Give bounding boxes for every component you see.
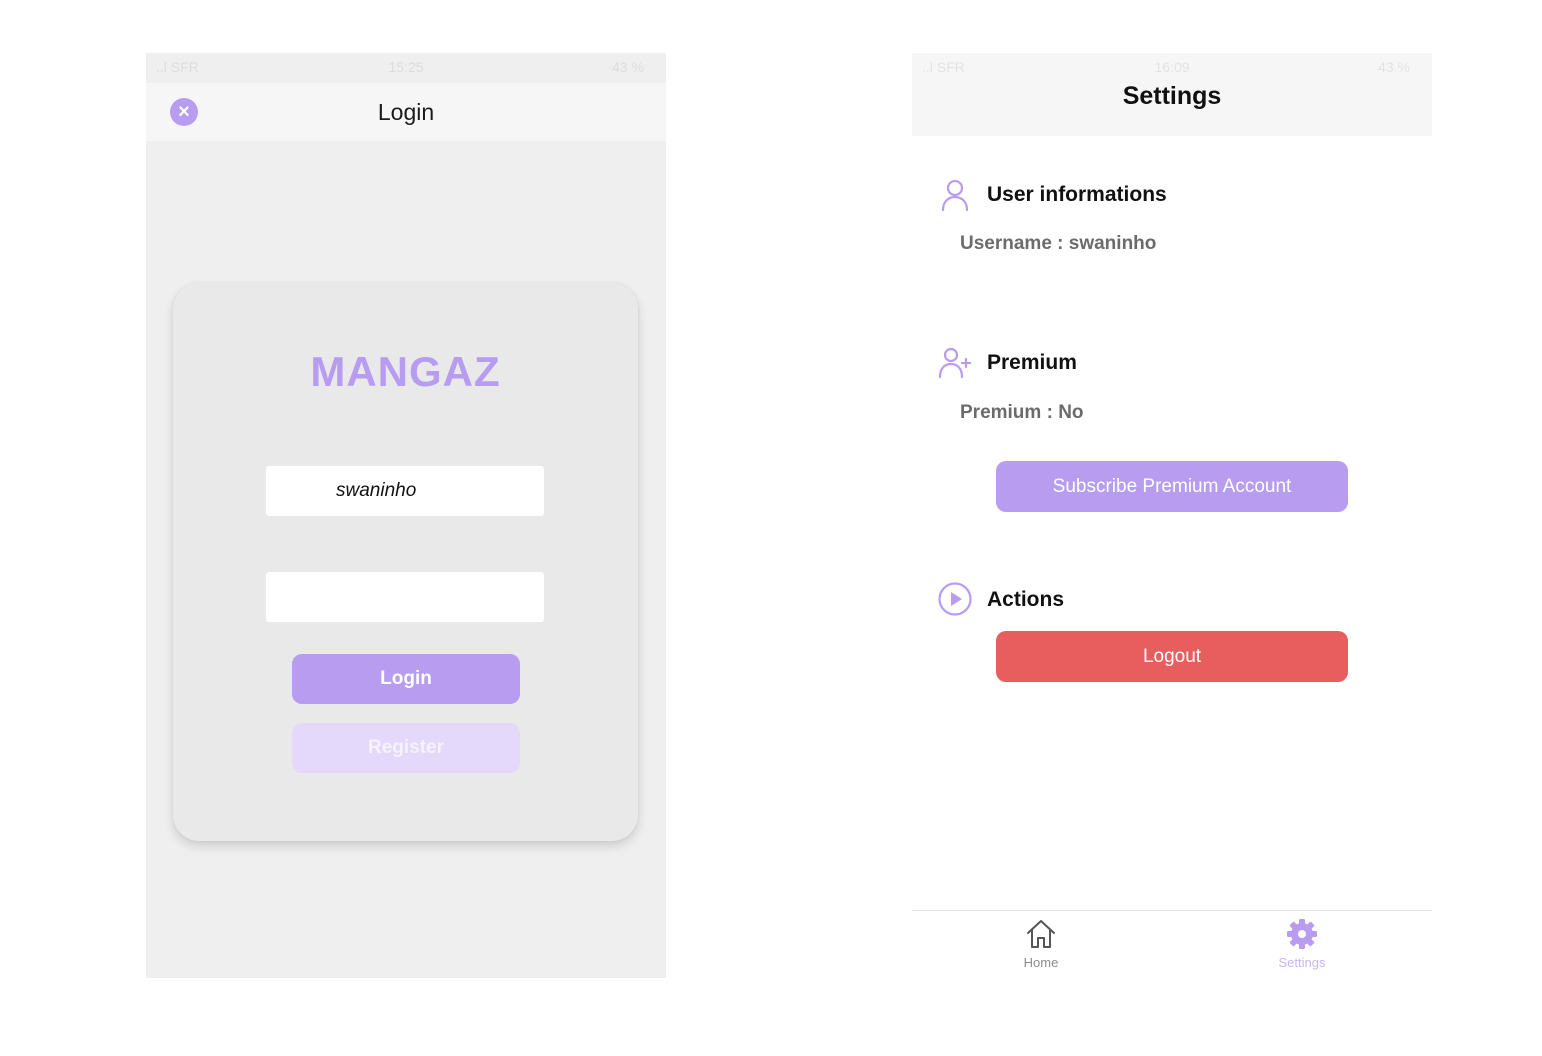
premium-status: Premium : No [960,402,1084,423]
tab-bar: Home Settings [912,910,1432,978]
status-bar: ..l SFR 16:09 43 % [912,53,1432,83]
subscribe-premium-button[interactable]: Subscribe Premium Account [996,461,1348,512]
battery-level: 43 % [1378,59,1410,75]
tab-label: Settings [1278,955,1326,970]
login-button[interactable]: Login [292,654,520,704]
status-time: 16:09 [1154,59,1190,75]
register-button[interactable]: Register [292,723,520,773]
app-logo-text: MANGAZ [310,348,501,395]
login-card: MANGAZ swaninho Login Register [173,283,638,841]
username-input[interactable]: swaninho [266,466,544,516]
status-bar: ..l SFR 15:25 43 % [146,53,666,83]
page-title: Settings [1122,82,1222,110]
tab-home[interactable]: Home [981,917,1101,970]
page-title: Login [377,99,435,125]
settings-header: ..l SFR 16:09 43 % Settings [912,53,1432,136]
battery-level: 43 % [612,59,644,75]
premium-section-title: Premium [987,351,1077,374]
tab-label: Home [1023,955,1059,970]
login-screen: ..l SFR 15:25 43 % × Login MANGAZ swanin… [146,53,666,978]
user-plus-icon [938,347,972,379]
password-input[interactable] [266,572,544,622]
play-circle-icon [938,582,972,616]
settings-screen: ..l SFR 16:09 43 % Settings User informa… [912,53,1432,978]
actions-section-title: Actions [987,588,1065,611]
home-icon [1027,920,1055,948]
gear-icon [1287,919,1317,949]
carrier-signal: ..l SFR [922,59,965,75]
login-header: × Login [146,83,666,141]
tab-settings[interactable]: Settings [1242,917,1362,970]
username-value: Username : swaninho [960,233,1157,254]
status-time: 15:25 [388,59,424,75]
carrier-signal: ..l SFR [156,59,199,75]
logout-button[interactable]: Logout [996,631,1348,682]
user-section-title: User informations [987,183,1167,206]
user-icon [941,179,969,212]
